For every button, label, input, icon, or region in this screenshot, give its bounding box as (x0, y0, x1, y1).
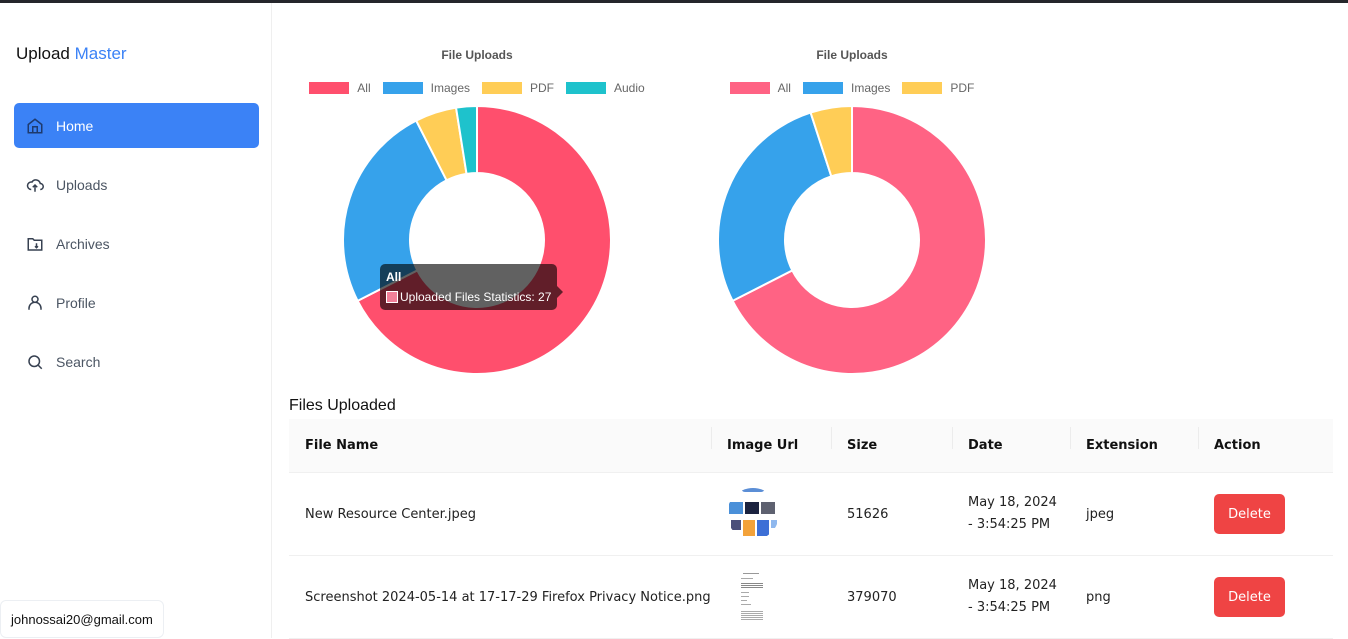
brand-name: Upload (16, 44, 70, 63)
file-uploads-chart-types: File Uploads All Images PDF (680, 3, 1024, 383)
sidebar-item-home[interactable]: Home (14, 103, 259, 148)
main-content: File Uploads All Images PDF Audio All Uploa… (273, 3, 1348, 639)
sidebar-item-label: Profile (56, 294, 96, 311)
table-row: Screenshot 2024-05-14 at 17-17-29 Firefo… (289, 556, 1333, 639)
donut-chart (342, 104, 612, 375)
file-name: New Resource Center.jpeg (305, 506, 477, 522)
file-uploads-chart-all: File Uploads All Images PDF Audio All Uploa… (305, 3, 649, 383)
tooltip-title: All (386, 270, 402, 284)
user-email-chip[interactable]: johnossai20@gmail.com (0, 600, 164, 638)
column-header-image-url[interactable]: Image Url (711, 427, 831, 453)
date-line: May 18, 2024 (968, 495, 1057, 510)
folder-download-icon (26, 235, 44, 253)
column-header-extension[interactable]: Extension (1070, 427, 1198, 453)
column-header-date[interactable]: Date (952, 427, 1070, 453)
user-icon (26, 294, 44, 312)
files-table: File Name Image Url Size Date Extension … (289, 419, 1333, 639)
column-header-size[interactable]: Size (831, 427, 952, 453)
donut-chart (717, 104, 987, 375)
tooltip-caret (557, 286, 564, 298)
sidebar-item-archives[interactable]: Archives (14, 221, 259, 266)
sidebar-item-search[interactable]: Search (14, 339, 259, 384)
home-icon (26, 117, 44, 135)
document-thumbnail[interactable] (739, 571, 765, 623)
sidebar-item-label: Home (56, 117, 94, 134)
sidebar-item-profile[interactable]: Profile (14, 280, 259, 325)
sidebar: Upload Master Home Uploads Archives Prof… (0, 3, 272, 638)
delete-button[interactable]: Delete (1214, 494, 1285, 534)
sidebar-item-label: Uploads (56, 176, 108, 193)
date-line: May 18, 2024 (968, 578, 1057, 593)
file-extension: jpeg (1086, 506, 1115, 522)
chart-tooltip: All Uploaded Files Statistics: 27 (380, 264, 564, 310)
file-extension: png (1086, 589, 1111, 605)
column-header-file-name[interactable]: File Name (289, 438, 711, 453)
table-header: File Name Image Url Size Date Extension … (289, 419, 1333, 473)
tooltip-swatch (386, 291, 398, 303)
file-date: May 18, 2024 - 3:54:25 PM (952, 492, 1070, 536)
cloud-upload-icon (26, 176, 44, 194)
search-icon (26, 353, 44, 371)
file-name: Screenshot 2024-05-14 at 17-17-29 Firefo… (305, 589, 711, 605)
image-thumbnail[interactable] (727, 488, 779, 540)
donut-slice-images[interactable] (717, 111, 833, 303)
column-header-action[interactable]: Action (1198, 427, 1333, 453)
file-size: 379070 (847, 589, 897, 605)
sidebar-nav: Home Uploads Archives Profile Search (14, 103, 259, 398)
tooltip-label: Uploaded Files Statistics: 27 (400, 290, 552, 304)
sidebar-item-label: Archives (56, 235, 110, 252)
time-line: - 3:54:25 PM (968, 517, 1051, 532)
time-line: - 3:54:25 PM (968, 600, 1051, 615)
file-date: May 18, 2024 - 3:54:25 PM (952, 575, 1070, 619)
brand-accent: Master (74, 44, 127, 63)
table-row: New Resource Center.jpeg 51626 May 18, 2… (289, 473, 1333, 556)
sidebar-item-uploads[interactable]: Uploads (14, 162, 259, 207)
sidebar-item-label: Search (56, 353, 101, 370)
app-logo[interactable]: Upload Master (16, 44, 127, 64)
section-title: Files Uploaded (289, 397, 396, 414)
file-size: 51626 (847, 506, 889, 522)
delete-button[interactable]: Delete (1214, 577, 1285, 617)
